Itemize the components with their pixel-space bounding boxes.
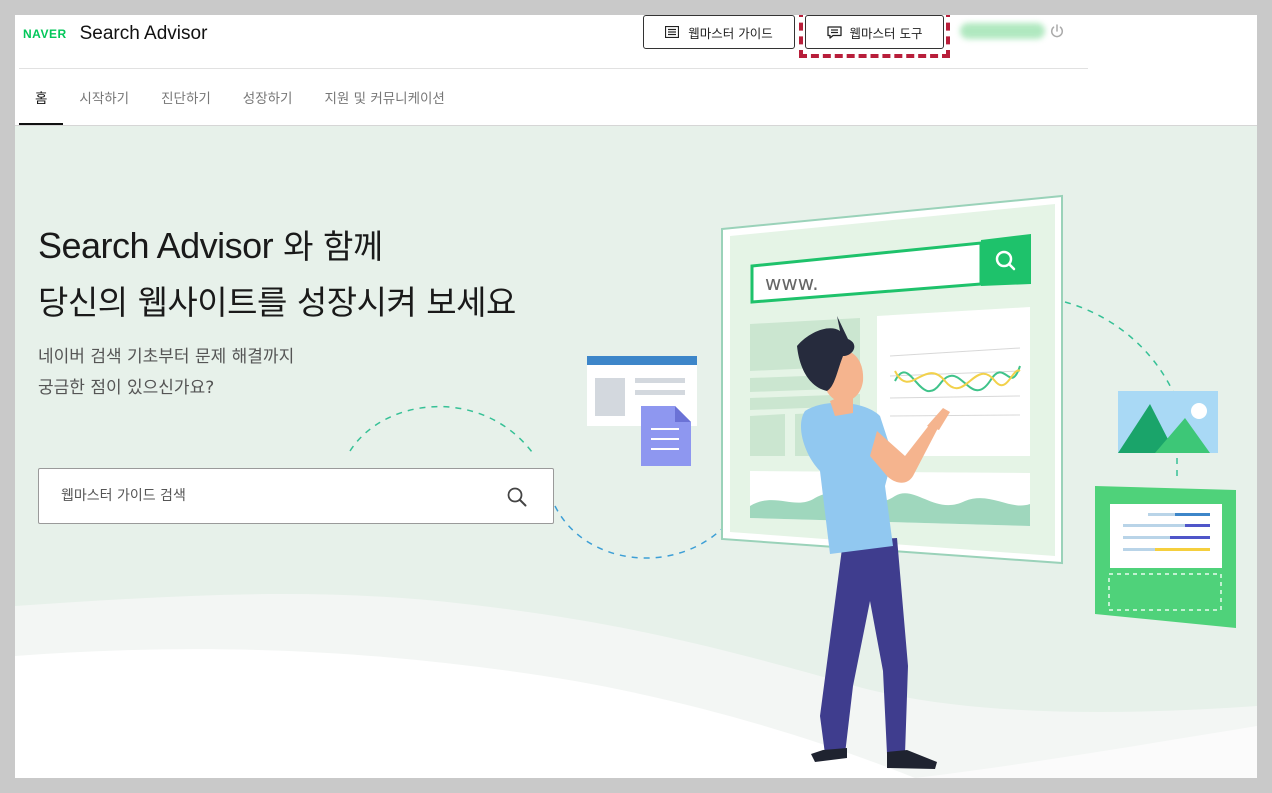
brand[interactable]: NAVER Search Advisor <box>23 23 207 45</box>
hero-headline: Search Advisor 와 함께 당신의 웹사이트를 성장시켜 보세요 <box>38 218 516 331</box>
chat-icon <box>826 26 842 39</box>
hero-title-brand: Search Advisor <box>38 225 274 266</box>
guide-search-box <box>38 468 554 524</box>
illustration-url-text: www. <box>765 271 819 295</box>
webmaster-guide-button[interactable]: 웹마스터 가이드 <box>643 15 795 49</box>
nav-item-start[interactable]: 시작하기 <box>63 69 145 125</box>
nav-label: 홈 <box>35 91 48 107</box>
hero-sub-line1: 네이버 검색 기초부터 문제 해결까지 <box>38 347 295 367</box>
nav-label: 성장하기 <box>242 91 293 107</box>
search-icon[interactable] <box>506 486 528 508</box>
power-icon[interactable] <box>1049 23 1065 39</box>
naver-logo: NAVER <box>23 27 67 41</box>
webmaster-guide-label: 웹마스터 가이드 <box>688 25 773 41</box>
nav-item-diagnose[interactable]: 진단하기 <box>145 69 227 125</box>
nav-label: 시작하기 <box>79 91 130 107</box>
user-id-blurred <box>960 23 1045 39</box>
nav-item-home[interactable]: 홈 <box>19 69 64 125</box>
hero-title-line2: 당신의 웹사이트를 성장시켜 보세요 <box>38 283 516 322</box>
site-header: NAVER Search Advisor 웹마스터 가이드 웹마스터 도구 홈 … <box>15 15 1257 126</box>
hero-sub-line2: 궁금한 점이 있으신가요? <box>38 378 215 398</box>
hero-section: www. Search Advisor 와 함께 당신의 웹사이트를 성장시켜 … <box>15 126 1257 778</box>
browser-viewport: NAVER Search Advisor 웹마스터 가이드 웹마스터 도구 홈 … <box>15 15 1257 778</box>
nav-item-support[interactable]: 지원 및 커뮤니케이션 <box>308 69 460 125</box>
nav-label: 지원 및 커뮤니케이션 <box>324 91 445 107</box>
hero-title-rest: 와 함께 <box>273 227 383 266</box>
main-nav: 홈 시작하기 진단하기 성장하기 지원 및 커뮤니케이션 <box>19 69 461 125</box>
list-icon <box>665 25 680 39</box>
webmaster-tool-label: 웹마스터 도구 <box>849 25 923 41</box>
hero-subtitle: 네이버 검색 기초부터 문제 해결까지 궁금한 점이 있으신가요? <box>38 342 294 404</box>
nav-item-grow[interactable]: 성장하기 <box>227 69 309 125</box>
site-title: Search Advisor <box>79 23 208 44</box>
webmaster-tool-button[interactable]: 웹마스터 도구 <box>805 15 944 49</box>
nav-label: 진단하기 <box>161 91 211 107</box>
guide-search-input[interactable] <box>61 488 491 504</box>
